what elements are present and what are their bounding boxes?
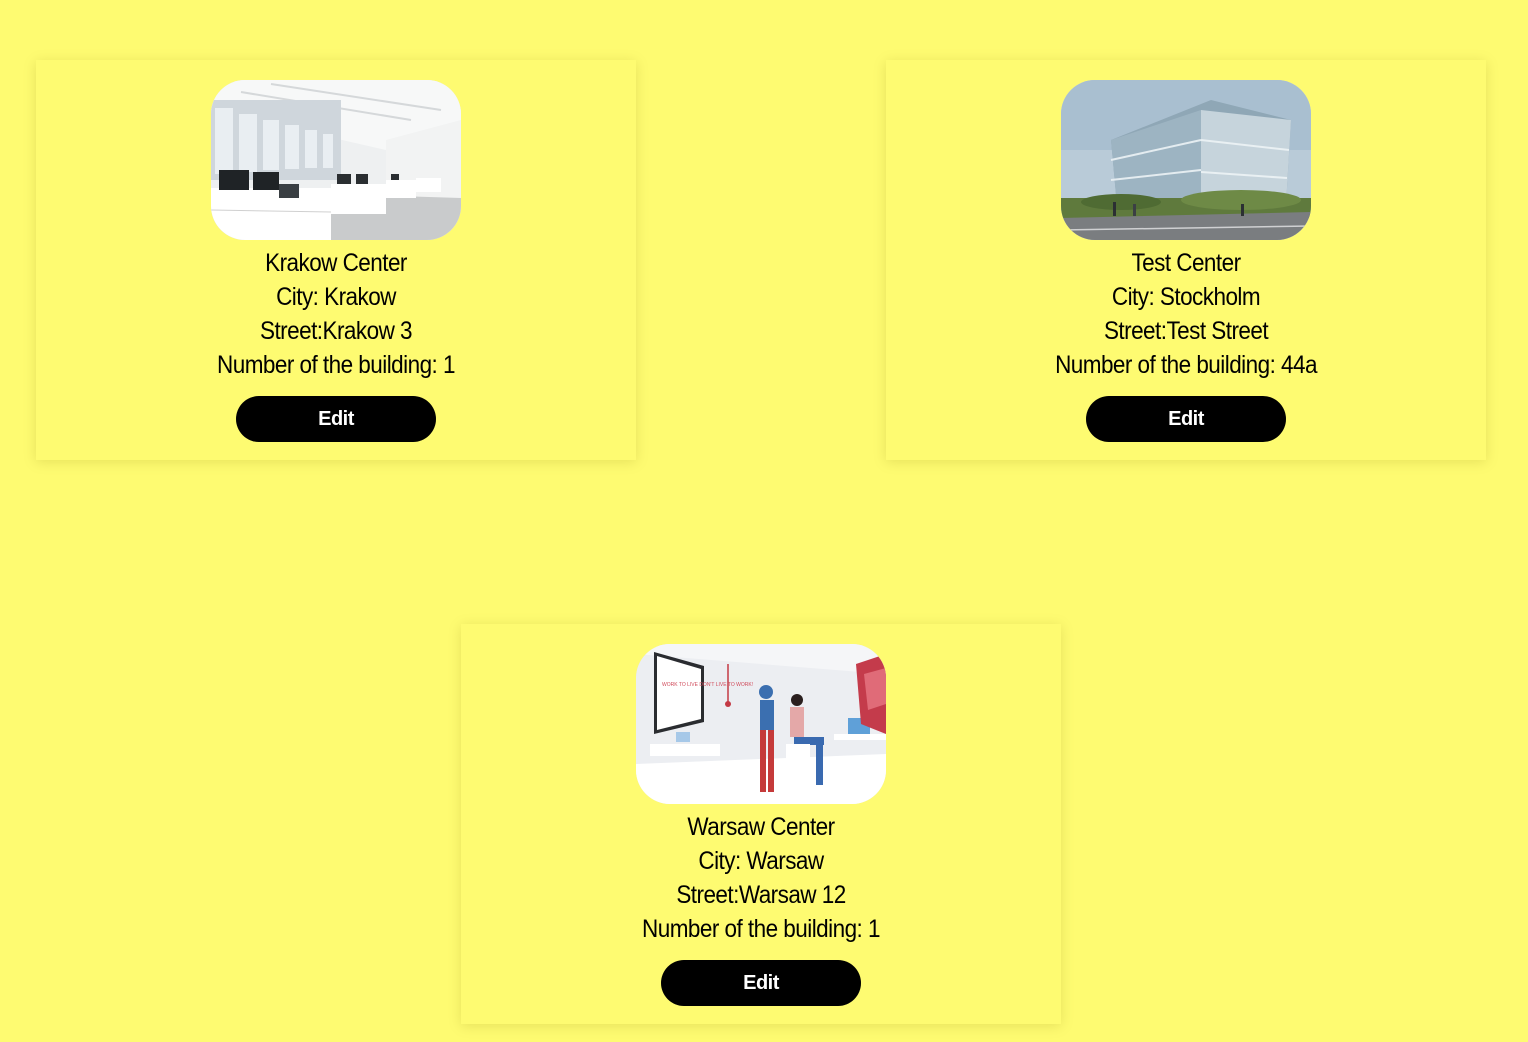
office-interior-photo <box>211 80 461 240</box>
center-city: City: Warsaw <box>698 847 824 875</box>
center-street: Street:Krakow 3 <box>260 317 413 345</box>
edit-button[interactable]: Edit <box>661 960 861 1006</box>
center-building-number: Number of the building: 44a <box>1055 351 1317 379</box>
center-building-number: Number of the building: 1 <box>217 351 455 379</box>
center-city: City: Krakow <box>276 283 396 311</box>
poster-text: WORK TO LIVE DON'T LIVE TO WORK! <box>662 682 753 688</box>
edit-button[interactable]: Edit <box>236 396 436 442</box>
center-street: Street:Warsaw 12 <box>676 881 846 909</box>
center-name: Krakow Center <box>265 249 407 277</box>
center-card: Test Center City: Stockholm Street:Test … <box>886 60 1486 460</box>
center-card: Krakow Center City: Krakow Street:Krakow… <box>36 60 636 460</box>
edit-button[interactable]: Edit <box>1086 396 1286 442</box>
center-building-number: Number of the building: 1 <box>642 915 880 943</box>
center-city: City: Stockholm <box>1111 283 1261 311</box>
center-name: Test Center <box>1131 249 1241 277</box>
center-name: Warsaw Center <box>687 813 835 841</box>
center-street: Street:Test Street <box>1103 317 1269 345</box>
glass-building-photo <box>1061 80 1311 240</box>
center-card: WORK TO LIVE DON'T LIVE TO WORK! Warsaw … <box>461 624 1061 1024</box>
office-illustration: WORK TO LIVE DON'T LIVE TO WORK! <box>636 644 886 804</box>
